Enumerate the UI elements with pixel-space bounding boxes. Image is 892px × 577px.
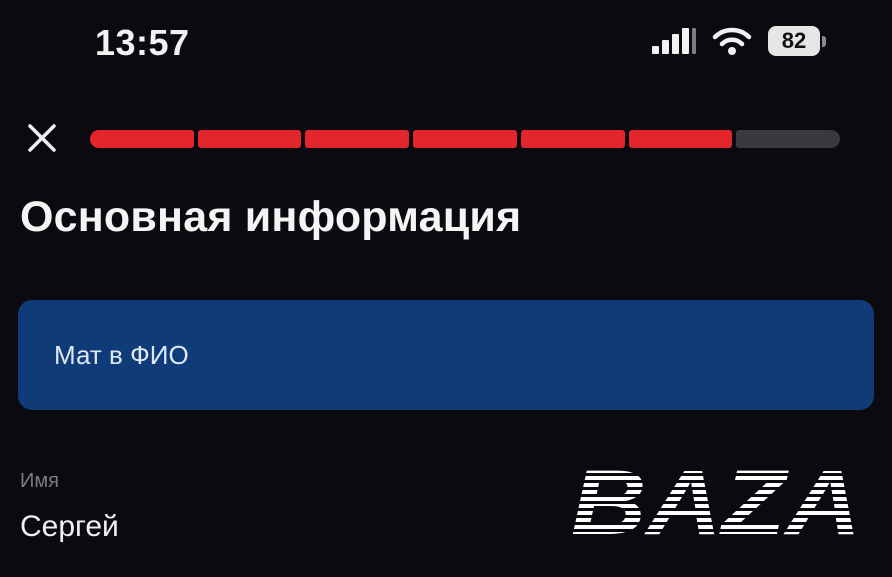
info-banner: Мат в ФИО <box>18 300 874 410</box>
battery-tip <box>822 35 826 47</box>
progress-segment-complete <box>520 130 625 148</box>
progress-segment-complete <box>90 130 194 148</box>
close-button[interactable] <box>24 120 60 156</box>
clock: 13:57 <box>95 22 190 63</box>
signal-icon <box>652 28 696 54</box>
banner-text: Мат в ФИО <box>54 339 189 370</box>
progress-segment-complete <box>197 130 302 148</box>
status-bar: 13:57 82 <box>0 0 892 90</box>
first-name-label: Имя <box>20 470 59 492</box>
progress-segment-complete <box>305 130 410 148</box>
battery-level: 82 <box>768 26 820 56</box>
progress-segment-complete <box>413 130 517 148</box>
progress-segment-pending <box>736 130 841 148</box>
wifi-icon <box>712 27 752 55</box>
svg-text:BAZA: BAZA <box>571 462 861 538</box>
progress-bar <box>90 130 841 148</box>
status-icons: 82 <box>650 25 826 57</box>
baza-logo: BAZA <box>571 462 861 538</box>
progress-segment-complete <box>628 130 733 148</box>
battery-icon: 82 <box>768 25 826 57</box>
first-name-value[interactable]: Сергей <box>20 510 119 544</box>
page-title: Основная информация <box>20 193 522 241</box>
close-icon <box>28 124 56 152</box>
